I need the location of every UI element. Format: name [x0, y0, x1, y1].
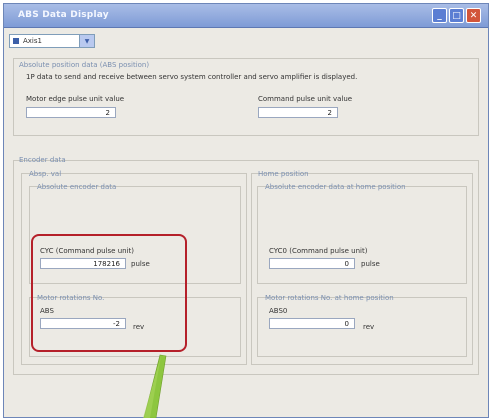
callout-arrow — [143, 354, 167, 418]
